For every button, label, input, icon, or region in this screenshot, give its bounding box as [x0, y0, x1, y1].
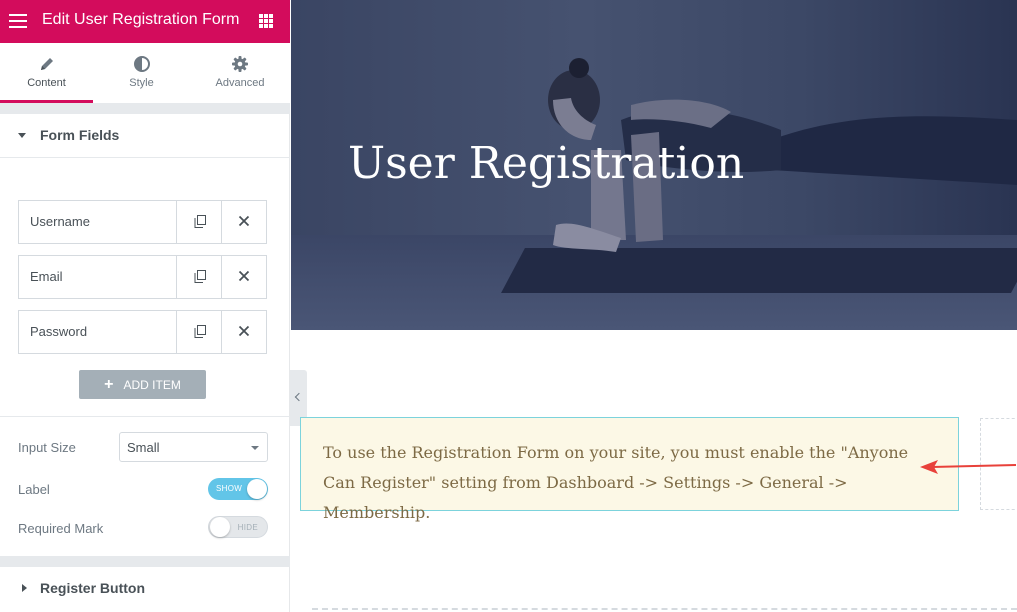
hero-section: User Registration [291, 0, 1017, 330]
caret-down-icon [18, 133, 26, 138]
repeater-item-username[interactable]: Username [18, 200, 267, 244]
tab-advanced-label: Advanced [215, 77, 265, 89]
tab-content[interactable]: Content [0, 43, 93, 103]
divider [0, 416, 290, 417]
repeater-item-label[interactable]: Password [19, 311, 177, 353]
copy-icon [194, 270, 206, 283]
tab-style-label: Style [129, 77, 154, 89]
repeater-item-password[interactable]: Password [18, 310, 267, 354]
input-size-value: Small [127, 440, 160, 455]
register-button-section-header[interactable]: Register Button [0, 567, 290, 612]
notice-text: To use the Registration Form on your sit… [323, 443, 909, 522]
input-size-label: Input Size [18, 440, 76, 455]
label-toggle-label: Label [18, 482, 50, 497]
form-fields-title: Form Fields [40, 127, 120, 143]
input-size-select[interactable]: Small [119, 432, 268, 462]
menu-icon[interactable] [9, 14, 27, 28]
close-icon [238, 270, 250, 282]
section-separator [0, 556, 290, 567]
repeater-item-label[interactable]: Email [19, 256, 177, 298]
add-item-button[interactable]: + ADD ITEM [79, 370, 206, 399]
duplicate-button[interactable] [177, 311, 222, 353]
toggle-state-text: SHOW [216, 484, 243, 493]
remove-button[interactable] [222, 311, 266, 353]
duplicate-button[interactable] [177, 201, 222, 243]
registration-notice: To use the Registration Form on your sit… [300, 417, 959, 522]
repeater-item-email[interactable]: Email [18, 255, 267, 299]
repeater-item-label[interactable]: Username [19, 201, 177, 243]
chevron-left-icon [294, 392, 304, 402]
arrow-left-icon [920, 460, 1017, 474]
close-icon [238, 325, 250, 337]
add-item-label: ADD ITEM [123, 377, 181, 392]
tab-style[interactable]: Style [93, 43, 190, 103]
panel-title: Edit User Registration Form [42, 11, 240, 28]
copy-icon [194, 215, 206, 228]
editor-panel: Edit User Registration Form Content Styl… [0, 0, 290, 612]
pencil-icon [40, 58, 53, 70]
caret-right-icon [22, 584, 27, 592]
tab-advanced[interactable]: Advanced [190, 43, 290, 103]
toggle-knob [210, 517, 230, 537]
section-separator [0, 103, 290, 114]
gear-icon [232, 56, 248, 72]
label-toggle[interactable]: SHOW [208, 478, 268, 500]
remove-button[interactable] [222, 201, 266, 243]
copy-icon [194, 325, 206, 338]
panel-tabs: Content Style Advanced [0, 43, 290, 103]
chevron-down-icon [251, 446, 259, 450]
close-icon [238, 215, 250, 227]
half-circle-icon [133, 56, 150, 72]
toggle-knob [247, 479, 267, 499]
required-mark-label: Required Mark [18, 521, 104, 536]
plus-icon: + [104, 375, 114, 393]
hero-title: User Registration [348, 138, 745, 189]
required-mark-toggle[interactable]: HIDE [208, 516, 268, 538]
drop-zone-border [312, 608, 1017, 610]
toggle-state-text: HIDE [237, 523, 258, 532]
register-button-title: Register Button [40, 580, 145, 596]
form-fields-section-header[interactable]: Form Fields [0, 114, 290, 158]
remove-button[interactable] [222, 256, 266, 298]
tab-content-label: Content [27, 77, 66, 89]
panel-header: Edit User Registration Form [0, 0, 290, 43]
duplicate-button[interactable] [177, 256, 222, 298]
widgets-grid-icon[interactable] [259, 14, 273, 28]
